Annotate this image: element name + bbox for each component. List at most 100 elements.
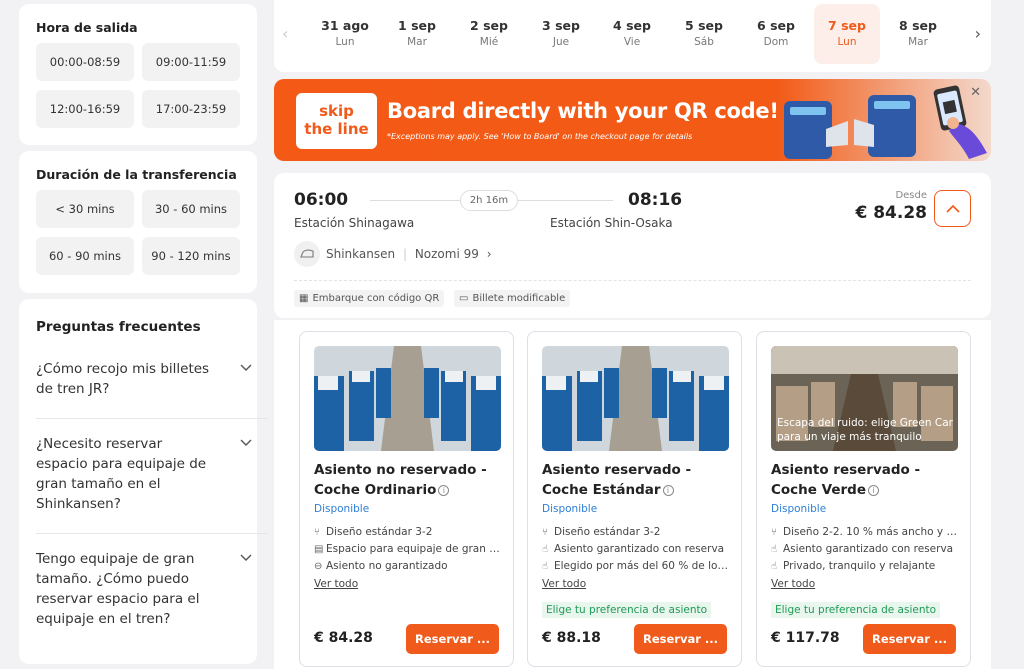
seat-photo: [314, 346, 501, 451]
seat-preference-tag: Elige tu preferencia de asiento: [771, 602, 941, 618]
seat-feature: ☝ Asiento garantizado con reserva: [771, 543, 959, 555]
banner-subtext: *Exceptions may apply. See 'How to Board…: [387, 132, 693, 141]
reserve-button[interactable]: Reservar ...: [634, 624, 727, 654]
date-day: 4 sep: [613, 18, 651, 33]
seat-feature: ☝ Elegido por más del 60 % de los viajero…: [542, 560, 730, 572]
date-day: 31 ago: [321, 18, 369, 33]
date-item[interactable]: 3 sep Jue: [528, 4, 594, 64]
date-weekday: Vie: [623, 36, 641, 48]
departure-option-3[interactable]: 12:00-16:59: [36, 90, 134, 128]
see-all-link[interactable]: Ver todo: [542, 578, 586, 590]
promo-banner[interactable]: skip the line Board directly with your Q…: [274, 79, 991, 161]
chevron-down-icon[interactable]: [240, 361, 252, 375]
seat-option-card[interactable]: Escapa del ruido: elige Green Car para u…: [756, 331, 971, 667]
date-day: 8 sep: [899, 18, 937, 33]
departure-option-4[interactable]: 17:00-23:59: [142, 90, 240, 128]
chevron-left-icon[interactable]: ‹: [282, 24, 288, 43]
date-item[interactable]: 5 sep Sáb: [671, 4, 737, 64]
date-day: 3 sep: [542, 18, 580, 33]
duration-filter-card: Duración de la transferencia < 30 mins 3…: [19, 151, 257, 293]
badge-line-1: skip: [319, 102, 354, 120]
price-from-label: Desde: [895, 190, 927, 201]
chevron-up-icon: [945, 204, 960, 213]
ticket-icon: ▭: [459, 293, 469, 304]
train-result-card[interactable]: 06:00 Estación Shinagawa 2h 16m 08:16 Es…: [274, 173, 991, 318]
date-item[interactable]: 8 sep Mar: [885, 4, 951, 64]
seat-feature: ⑂ Diseño 2-2. 10 % más ancho y se reclina…: [771, 526, 959, 538]
seat-option-card[interactable]: Asiento reservado - Coche Estándar i Disp…: [527, 331, 742, 667]
qr-icon: ▦: [299, 293, 309, 304]
see-all-link[interactable]: Ver todo: [771, 578, 815, 590]
date-weekday: Lun: [335, 36, 355, 48]
seat-price: € 84.28: [314, 630, 373, 646]
seat-feature: ☝ Privado, tranquilo y relajante: [771, 560, 959, 572]
departure-option-1[interactable]: 00:00-08:59: [36, 43, 134, 81]
date-weekday: Mar: [407, 36, 427, 48]
train-type: Shinkansen: [326, 247, 396, 261]
date-item[interactable]: 1 sep Mar: [384, 4, 450, 64]
availability: Disponible: [314, 503, 370, 515]
feature-tag-qr: ▦ Embarque con código QR: [294, 290, 445, 307]
seat-price: € 88.18: [542, 630, 601, 646]
chevron-right-icon: ›: [486, 247, 492, 261]
seat-feature: ⊖ Asiento no garantizado: [314, 560, 502, 572]
feature-label: Billete modificable: [472, 293, 566, 304]
reserve-button[interactable]: Reservar ...: [863, 624, 956, 654]
duration-option-1[interactable]: < 30 mins: [36, 190, 134, 228]
faq-item[interactable]: ¿Cómo recojo mis billetes de tren JR?: [36, 359, 268, 399]
see-all-link[interactable]: Ver todo: [314, 578, 358, 590]
date-item[interactable]: 6 sep Dom: [743, 4, 809, 64]
duration-option-3[interactable]: 60 - 90 mins: [36, 237, 134, 275]
date-day: 5 sep: [685, 18, 723, 33]
date-item[interactable]: 31 ago Lun: [312, 4, 378, 64]
info-icon[interactable]: i: [438, 485, 450, 496]
seat-feature: ⑂ Diseño estándar 3-2: [542, 526, 730, 538]
banner-headline: Board directly with your QR code!: [387, 99, 779, 123]
divider: [294, 280, 971, 281]
faq-item[interactable]: Tengo equipaje de gran tamaño. ¿Cómo pue…: [36, 533, 268, 629]
date-item[interactable]: 4 sep Vie: [599, 4, 665, 64]
date-day: 7 sep: [828, 18, 866, 33]
date-day: 2 sep: [470, 18, 508, 33]
faq-item[interactable]: ¿Necesito reservar espacio para equipaje…: [36, 418, 268, 514]
train-icon: [294, 241, 320, 267]
train-number: Nozomi 99: [414, 247, 479, 261]
thumbs-up-icon: ☝: [771, 561, 778, 572]
departure-time: 06:00: [294, 190, 349, 210]
duration-option-2[interactable]: 30 - 60 mins: [142, 190, 240, 228]
seat-title-text: Asiento reservado - Coche Verde: [771, 462, 921, 498]
seat-option-card[interactable]: Asiento no reservado - Coche Ordinario i …: [299, 331, 514, 667]
close-icon[interactable]: ✕: [970, 85, 981, 100]
reserve-button[interactable]: Reservar ...: [406, 624, 499, 654]
chevron-right-icon[interactable]: ›: [975, 24, 981, 43]
chevron-down-icon[interactable]: [240, 436, 252, 450]
seat-feature-text: Asiento no garantizado: [326, 560, 448, 572]
badge-line-2: the line: [304, 120, 369, 138]
seat-feature: ☝ Asiento garantizado con reserva: [542, 543, 730, 555]
seat-feature-text: Espacio para equipaje de gran tamaño: [326, 543, 502, 555]
luggage-icon: ▤: [314, 544, 324, 555]
seat-feature-text: Elegido por más del 60 % de los viajeros: [554, 560, 730, 572]
info-icon[interactable]: i: [868, 485, 879, 496]
thumbs-up-icon: ☝: [542, 544, 549, 555]
collapse-button[interactable]: [934, 190, 971, 227]
seat-price: € 117.78: [771, 630, 840, 646]
seat-feature-text: Diseño 2-2. 10 % más ancho y se reclina …: [783, 526, 959, 538]
seat-icon: ⑂: [542, 527, 548, 538]
seat-feature-text: Diseño estándar 3-2: [554, 526, 661, 538]
chevron-down-icon[interactable]: [240, 551, 252, 565]
departure-option-2[interactable]: 09:00-11:59: [142, 43, 240, 81]
date-item-selected[interactable]: 7 sep Lun: [814, 4, 880, 64]
duration-option-4[interactable]: 90 - 120 mins: [142, 237, 240, 275]
date-item[interactable]: 2 sep Mié: [456, 4, 522, 64]
date-weekday: Mar: [908, 36, 928, 48]
date-day: 1 sep: [398, 18, 436, 33]
price-from: € 84.28: [855, 203, 927, 223]
date-day: 6 sep: [757, 18, 795, 33]
train-service[interactable]: Shinkansen | Nozomi 99 ›: [326, 247, 492, 261]
date-weekday: Lun: [837, 36, 857, 48]
skip-the-line-badge: skip the line: [296, 93, 377, 149]
journey-duration: 2h 16m: [460, 190, 518, 211]
ticket-gate-illustration: [784, 95, 916, 159]
info-icon[interactable]: i: [662, 485, 674, 496]
